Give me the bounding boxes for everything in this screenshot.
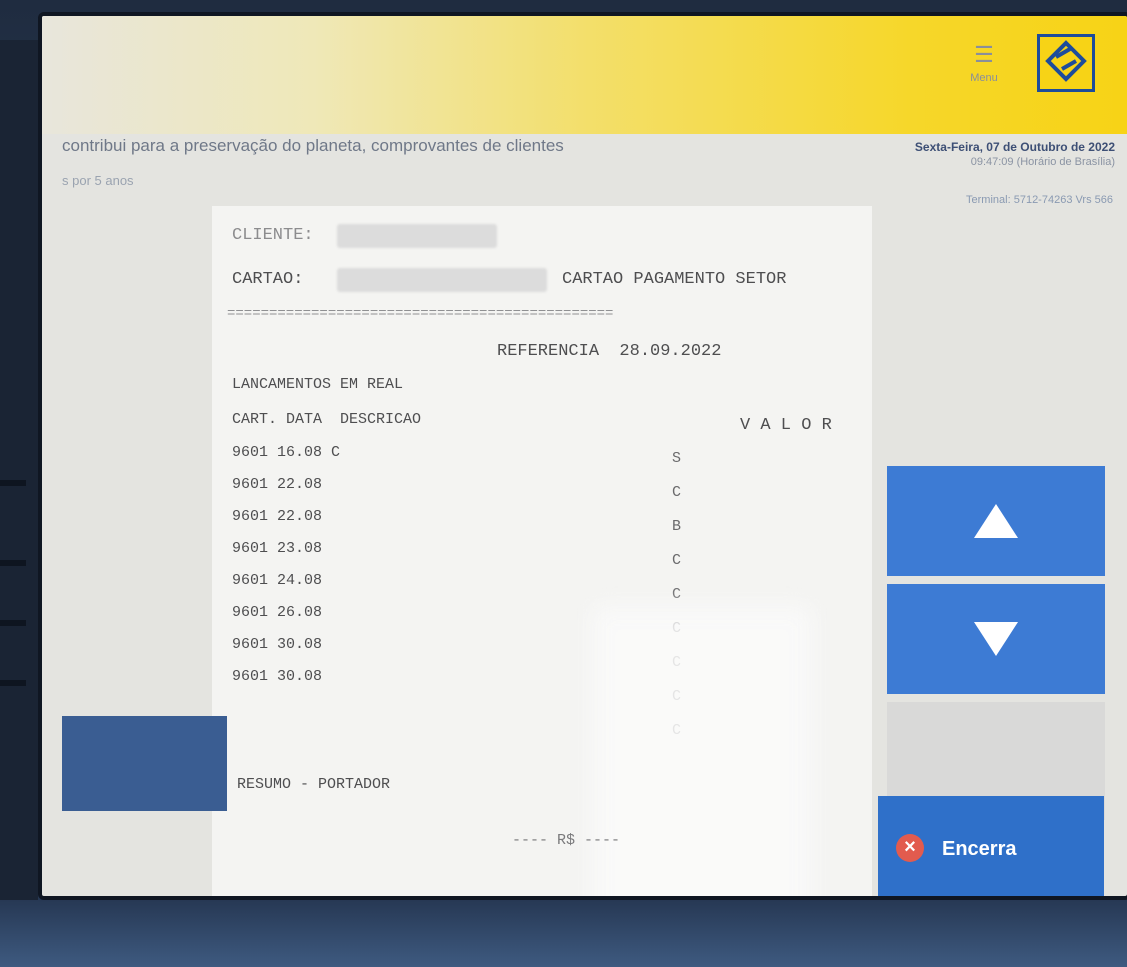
list-item: 9601 22.08: [232, 476, 323, 493]
list-item: 9601 22.08: [232, 508, 323, 525]
info-ticker-2: s por 5 anos: [62, 173, 134, 188]
close-icon: ×: [896, 834, 924, 862]
list-item: 9601 30.08: [232, 636, 323, 653]
separator: ========================================…: [227, 306, 614, 322]
currency-label: ---- R$ ----: [512, 832, 621, 849]
resumo-label: RESUMO - PORTADOR: [237, 776, 391, 793]
cartao-label: CARTAO:: [232, 270, 304, 289]
arrow-up-icon: [974, 504, 1018, 538]
list-item: 9601 24.08: [232, 572, 323, 589]
cliente-label: CLIENTE:: [232, 226, 314, 245]
list-item: 9601 23.08: [232, 540, 323, 557]
arrow-down-icon: [974, 622, 1018, 656]
statement-panel: CLIENTE: CARTAO: CARTAO PAGAMENTO SETOR …: [212, 206, 872, 896]
valor-header: V A L O R: [740, 416, 832, 435]
list-item: 9601 30.08: [232, 668, 323, 685]
left-panel-tab[interactable]: [62, 716, 227, 811]
list-item: 9601 26.08: [232, 604, 323, 621]
bank-logo-icon: [1037, 34, 1095, 92]
frame-ridge: [0, 480, 26, 486]
list-item-flag: B: [672, 518, 682, 535]
terminal-id: Terminal: 5712-74263 Vrs 566: [966, 194, 1113, 206]
redacted-card: [337, 268, 547, 292]
list-item-flag: C: [672, 586, 682, 603]
list-item: 9601 16.08 C: [232, 444, 341, 461]
section-title: LANCAMENTOS EM REAL: [232, 376, 404, 393]
current-time: 09:47:09 (Horário de Brasília): [970, 156, 1115, 168]
referencia: REFERENCIA 28.09.2022: [497, 342, 722, 361]
list-item-flag: S: [672, 450, 682, 467]
list-item-flag: C: [672, 552, 682, 569]
card-type: CARTAO PAGAMENTO SETOR: [562, 270, 787, 289]
current-date: Sexta-Feira, 07 de Outubro de 2022: [914, 140, 1115, 154]
frame-ridge: [0, 560, 26, 566]
datetime: Sexta-Feira, 07 de Outubro de 2022 09:47…: [815, 140, 1115, 168]
redacted-values: [592, 606, 812, 896]
atm-screen: ☰ Menu contribui para a preservação do p…: [38, 12, 1127, 900]
menu-label: Menu: [970, 72, 998, 84]
frame-ridge: [0, 680, 26, 686]
list-item-flag: C: [672, 484, 682, 501]
hamburger-icon: ☰: [974, 42, 994, 67]
menu-button[interactable]: ☰ Menu: [954, 44, 1014, 104]
redacted-name: [337, 224, 497, 248]
frame-ridge: [0, 620, 26, 626]
scroll-down-button[interactable]: [887, 584, 1105, 694]
exit-label: Encerra: [942, 838, 1017, 860]
scroll-up-button[interactable]: [887, 466, 1105, 576]
exit-button[interactable]: × Encerra: [878, 796, 1104, 896]
left-frame: [0, 40, 38, 900]
column-headers: CART. DATA DESCRICAO: [232, 411, 422, 428]
info-ticker: contribui para a preservação do planeta,…: [62, 136, 564, 155]
